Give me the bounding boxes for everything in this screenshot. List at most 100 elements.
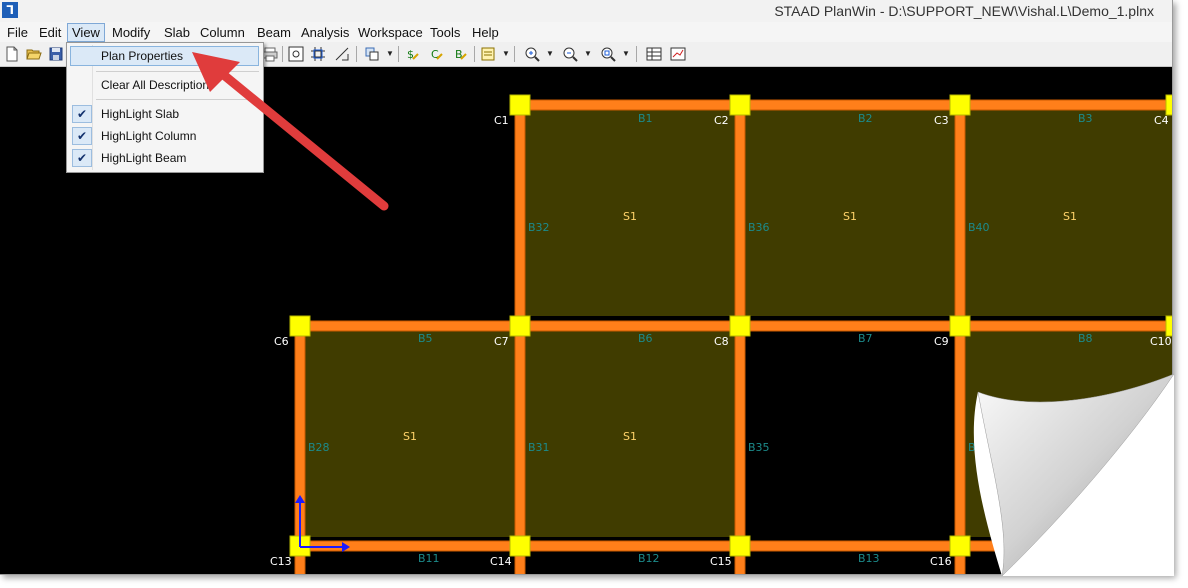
zoom-extents-icon[interactable] bbox=[600, 46, 616, 62]
select-filter-icon[interactable] bbox=[364, 46, 380, 62]
chevron-down-icon[interactable]: ▼ bbox=[386, 46, 394, 62]
column-label: C14 bbox=[490, 555, 512, 568]
column-label: C8 bbox=[714, 335, 729, 348]
column-label: C4 bbox=[1154, 114, 1169, 127]
staad-app-icon[interactable]: ⅂ bbox=[2, 2, 18, 18]
beam-label: B6 bbox=[638, 332, 653, 345]
menu-edit[interactable]: Edit bbox=[35, 24, 65, 41]
menu-item-label: HighLight Column bbox=[101, 129, 197, 143]
menu-file[interactable]: File bbox=[3, 24, 32, 41]
column-node[interactable] bbox=[949, 94, 971, 116]
menu-item-plan-properties[interactable]: Plan Properties bbox=[70, 46, 259, 66]
menu-workspace[interactable]: Workspace bbox=[354, 24, 427, 41]
save-icon[interactable] bbox=[48, 46, 64, 62]
column-node[interactable] bbox=[1165, 94, 1172, 116]
print-icon[interactable] bbox=[262, 46, 278, 62]
menu-view[interactable]: View bbox=[67, 23, 105, 42]
beam-design-icon[interactable]: B bbox=[452, 46, 468, 62]
column-node[interactable] bbox=[509, 315, 531, 337]
zoom-in-icon[interactable] bbox=[524, 46, 540, 62]
beam-line[interactable] bbox=[519, 99, 1172, 111]
column-label: C13 bbox=[270, 555, 292, 568]
slab-label: S1 bbox=[403, 430, 417, 443]
beam-label: B12 bbox=[638, 552, 660, 565]
column-label: C2 bbox=[714, 114, 729, 127]
column-label: C1 bbox=[494, 114, 509, 127]
slab-label: S1 bbox=[623, 210, 637, 223]
column-node[interactable] bbox=[289, 315, 311, 337]
beam-label: B8 bbox=[1078, 332, 1093, 345]
menu-item-label: HighLight Beam bbox=[101, 151, 187, 165]
slab-label: S1 bbox=[623, 430, 637, 443]
menu-column[interactable]: Column bbox=[196, 24, 249, 41]
app-window: ⅂ STAAD PlanWin - D:\SUPPORT_NEW\Vishal.… bbox=[0, 0, 1173, 575]
chevron-down-icon[interactable]: ▼ bbox=[502, 46, 510, 62]
beam-label: B3 bbox=[1078, 112, 1093, 125]
menu-item-highlight-beam[interactable]: ✔ HighLight Beam bbox=[70, 148, 259, 168]
beam-label: B7 bbox=[858, 332, 873, 345]
beam-label: B1 bbox=[638, 112, 653, 125]
column-node[interactable] bbox=[729, 315, 751, 337]
menu-bar: File Edit View Modify Slab Column Beam A… bbox=[0, 22, 1172, 42]
menu-help[interactable]: Help bbox=[468, 24, 503, 41]
beam-line[interactable] bbox=[954, 104, 966, 574]
beam-label: B13 bbox=[858, 552, 880, 565]
column-label: C15 bbox=[710, 555, 732, 568]
column-label: C3 bbox=[934, 114, 949, 127]
column-node[interactable] bbox=[729, 94, 751, 116]
beam-label: B40 bbox=[968, 221, 990, 234]
view-dropdown-menu: Plan Properties Clear All Description ✔ … bbox=[66, 42, 264, 173]
checkmark-icon: ✔ bbox=[72, 149, 92, 167]
report-icon[interactable] bbox=[480, 46, 496, 62]
menu-item-label: HighLight Slab bbox=[101, 107, 180, 121]
slab-label: S1 bbox=[843, 210, 857, 223]
grid-snap-icon[interactable] bbox=[310, 46, 326, 62]
menu-item-clear-all-description[interactable]: Clear All Description bbox=[70, 75, 259, 95]
beam-label: B11 bbox=[418, 552, 440, 565]
checkmark-icon: ✔ bbox=[72, 105, 92, 123]
column-node[interactable] bbox=[509, 535, 531, 557]
chevron-down-icon[interactable]: ▼ bbox=[546, 46, 554, 62]
column-node[interactable] bbox=[949, 535, 971, 557]
beam-line[interactable] bbox=[514, 104, 526, 574]
zoom-out-icon[interactable] bbox=[562, 46, 578, 62]
graph-icon[interactable] bbox=[670, 46, 686, 62]
menu-analysis[interactable]: Analysis bbox=[297, 24, 353, 41]
checkmark-icon: ✔ bbox=[72, 127, 92, 145]
open-folder-icon[interactable] bbox=[26, 46, 42, 62]
menu-item-highlight-slab[interactable]: ✔ HighLight Slab bbox=[70, 104, 259, 124]
chevron-down-icon[interactable]: ▼ bbox=[622, 46, 630, 62]
column-label: C10 bbox=[1150, 335, 1172, 348]
column-node[interactable] bbox=[509, 94, 531, 116]
window-title: STAAD PlanWin - D:\SUPPORT_NEW\Vishal.L\… bbox=[774, 3, 1154, 19]
beam-label: B28 bbox=[308, 441, 330, 454]
column-node[interactable] bbox=[1165, 315, 1172, 337]
chevron-down-icon[interactable]: ▼ bbox=[584, 46, 592, 62]
beam-line[interactable] bbox=[734, 104, 746, 574]
column-label: C6 bbox=[274, 335, 289, 348]
table-icon[interactable] bbox=[646, 46, 662, 62]
zoom-window-icon[interactable] bbox=[288, 46, 304, 62]
column-node[interactable] bbox=[949, 315, 971, 337]
slab-design-icon[interactable]: $ bbox=[404, 46, 420, 62]
column-label: C7 bbox=[494, 335, 509, 348]
column-node[interactable] bbox=[729, 535, 751, 557]
menu-beam[interactable]: Beam bbox=[253, 24, 295, 41]
beam-label: B35 bbox=[748, 441, 770, 454]
menu-item-label: Plan Properties bbox=[101, 49, 184, 63]
beam-label: B5 bbox=[418, 332, 433, 345]
svg-text:$: $ bbox=[407, 48, 414, 61]
slab-panel[interactable] bbox=[965, 331, 1172, 537]
slab-label: S1 bbox=[1063, 210, 1077, 223]
menu-modify[interactable]: Modify bbox=[108, 24, 154, 41]
beam-label: B31 bbox=[528, 441, 550, 454]
column-label: C16 bbox=[930, 555, 952, 568]
column-design-icon[interactable]: C bbox=[428, 46, 444, 62]
measure-icon[interactable] bbox=[334, 46, 350, 62]
menu-slab[interactable]: Slab bbox=[160, 24, 194, 41]
beam-label: B32 bbox=[528, 221, 550, 234]
new-file-icon[interactable] bbox=[4, 46, 20, 62]
menu-item-highlight-column[interactable]: ✔ HighLight Column bbox=[70, 126, 259, 146]
menu-tools[interactable]: Tools bbox=[426, 24, 464, 41]
column-label: C9 bbox=[934, 335, 949, 348]
